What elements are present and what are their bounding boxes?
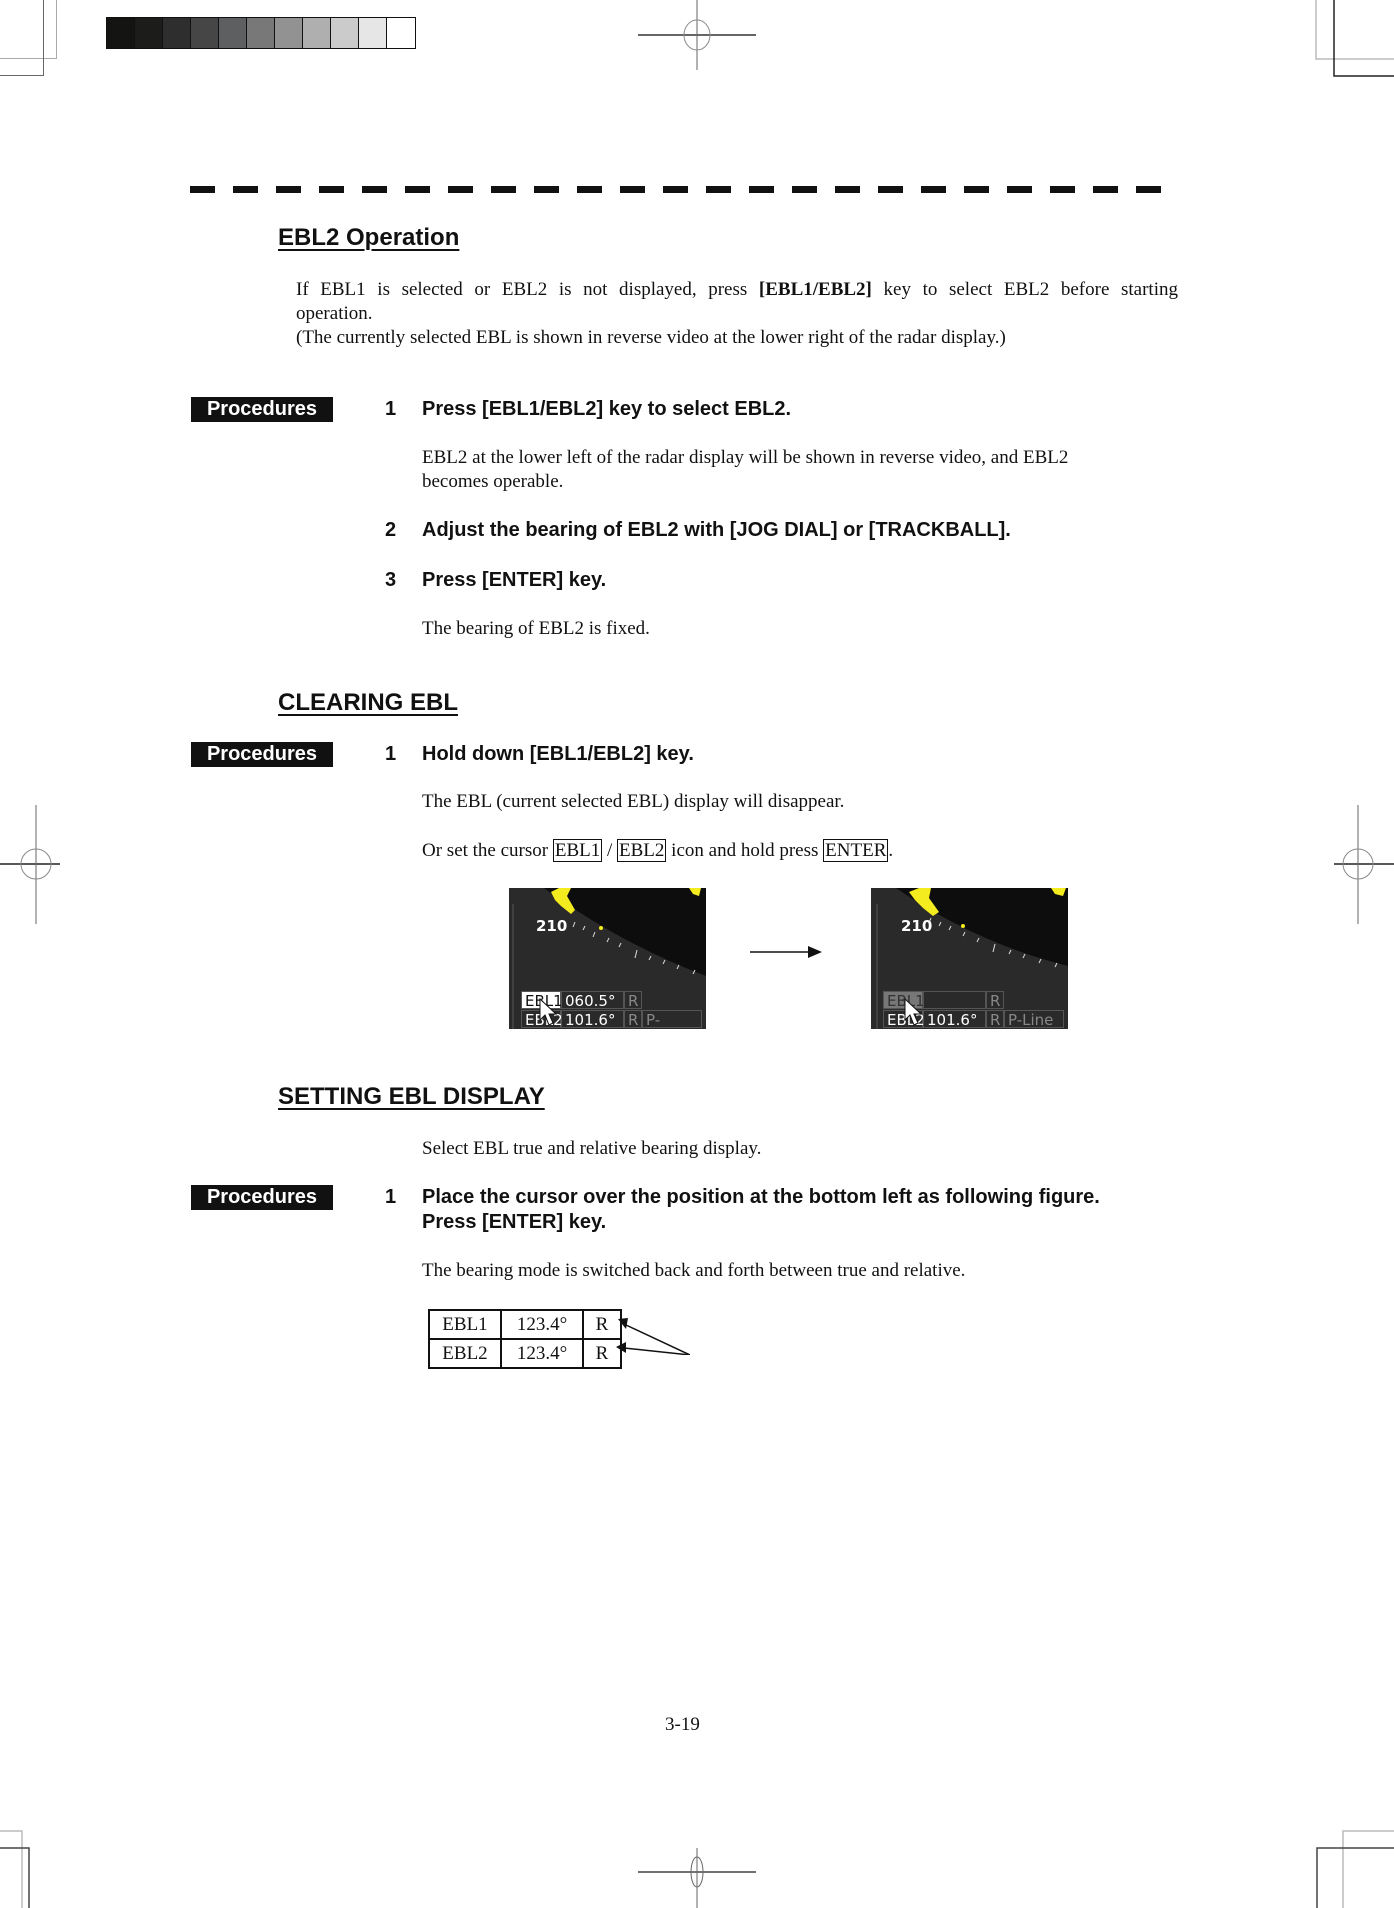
procedures-badge: Procedures xyxy=(191,742,333,767)
step-note: The EBL (current selected EBL) display w… xyxy=(422,791,845,812)
note-text: / xyxy=(602,840,618,861)
ebl2-intro-line3: (The currently selected EBL is shown in … xyxy=(296,327,1006,348)
dashed-divider xyxy=(190,186,1178,193)
step-text: Hold down [EBL1/EBL2] key. xyxy=(422,743,694,765)
table-row: EBL2 123.4° R xyxy=(428,1338,622,1369)
key-name: [EBL1/EBL2] xyxy=(758,279,872,300)
section-title-setting-ebl-display: SETTING EBL DISPLAY xyxy=(278,1083,545,1110)
radar-echo xyxy=(961,924,965,928)
bearing-mode-table: EBL1 123.4° R EBL2 123.4° R xyxy=(428,1309,622,1369)
ebl1-mode-button[interactable]: R xyxy=(986,991,1004,1010)
enter-key-label: ENTER xyxy=(823,839,889,862)
ebl1-value xyxy=(923,991,986,1009)
ebl2-value: 101.6° xyxy=(561,1010,624,1029)
ebl2-mode-button[interactable]: R xyxy=(624,1010,642,1029)
ebl2-value: 101.6° xyxy=(923,1010,986,1029)
step-number: 1 xyxy=(385,1186,397,1208)
step-text: Adjust the bearing of EBL2 with [JOG DIA… xyxy=(422,519,1011,541)
ebl1-row: EBL1 R xyxy=(883,991,1004,1010)
section-title-clearing-ebl: CLEARING EBL xyxy=(278,689,458,716)
pline-button[interactable]: P-Line1 xyxy=(642,1010,702,1029)
crop-mark-bottom-right xyxy=(1316,1830,1394,1908)
mouse-cursor-icon xyxy=(904,998,923,1026)
intro-text: If EBL1 is selected or EBL2 is not displ… xyxy=(296,279,759,300)
arrowhead-icon xyxy=(616,1342,626,1353)
ebl-bearing-value: 123.4° xyxy=(500,1309,584,1340)
range-label: 210 xyxy=(536,917,567,935)
registration-target-right xyxy=(1334,805,1394,924)
step-number: 1 xyxy=(385,398,397,420)
crop-mark-bottom-left xyxy=(0,1830,30,1908)
note-text: . xyxy=(888,840,894,861)
radar-screenshot-after: 210 EBL1 R EBL2 101.6° R P-Line xyxy=(871,888,1068,1029)
step-number: 1 xyxy=(385,743,397,765)
ebl1-mode-button[interactable]: R xyxy=(624,991,642,1010)
ebl1-value: 060.5° xyxy=(561,991,624,1010)
ebl-bearing-value: 123.4° xyxy=(500,1338,584,1369)
note-text: icon and hold press xyxy=(666,840,824,861)
range-label: 210 xyxy=(901,917,932,935)
ebl-label: EBL2 xyxy=(428,1338,502,1369)
step-note-cursor: Or set the cursor EBL1 / EBL2 icon and h… xyxy=(422,839,893,863)
step-note: The bearing of EBL2 is fixed. xyxy=(422,618,650,639)
registration-target-top xyxy=(638,0,756,70)
procedures-badge: Procedures xyxy=(191,1185,333,1210)
ebl2-intro-line1: If EBL1 is selected or EBL2 is not displ… xyxy=(296,278,1178,302)
ebl1-icon-label: EBL1 xyxy=(552,839,603,862)
mouse-cursor-icon xyxy=(539,998,558,1026)
step-text: Place the cursor over the position at th… xyxy=(422,1186,1100,1208)
step-number: 2 xyxy=(385,519,397,541)
step-text: Press [EBL1/EBL2] key to select EBL2. xyxy=(422,398,792,420)
pline-button[interactable]: P-Line xyxy=(1004,1010,1064,1029)
ebl2-intro-line2: operation. xyxy=(296,303,373,324)
step-note: EBL2 at the lower left of the radar disp… xyxy=(422,447,1069,468)
table-row: EBL1 123.4° R xyxy=(428,1309,622,1340)
section-intro: Select EBL true and relative bearing dis… xyxy=(422,1138,762,1159)
section-title-ebl2-operation: EBL2 Operation xyxy=(278,224,460,251)
callout-arrows xyxy=(616,1318,690,1355)
step-note: The bearing mode is switched back and fo… xyxy=(422,1260,966,1281)
registration-target-bottom xyxy=(638,1848,756,1908)
note-text: Or set the cursor xyxy=(422,840,553,861)
step-note: becomes operable. xyxy=(422,471,564,492)
ebl2-icon-label: EBL2 xyxy=(617,839,667,862)
radar-echo xyxy=(599,926,603,930)
step-text: Press [ENTER] key. xyxy=(422,569,607,591)
arrow-right-icon xyxy=(750,946,822,958)
intro-text: key to select EBL2 before starting xyxy=(871,279,1179,300)
procedures-badge: Procedures xyxy=(191,397,333,422)
step-text: Press [ENTER] key. xyxy=(422,1211,607,1233)
radar-screenshot-before: 210 EBL1 060.5° R EBL2 101.6° R P-Line1 xyxy=(509,888,706,1029)
registration-target-left xyxy=(0,805,60,924)
step-number: 3 xyxy=(385,569,397,591)
ebl2-mode-button[interactable]: R xyxy=(986,1010,1004,1029)
page-number: 3-19 xyxy=(665,1714,700,1735)
ebl-label: EBL1 xyxy=(428,1309,502,1340)
crop-mark-top-right xyxy=(1315,0,1394,77)
arrowhead-icon xyxy=(618,1318,628,1329)
